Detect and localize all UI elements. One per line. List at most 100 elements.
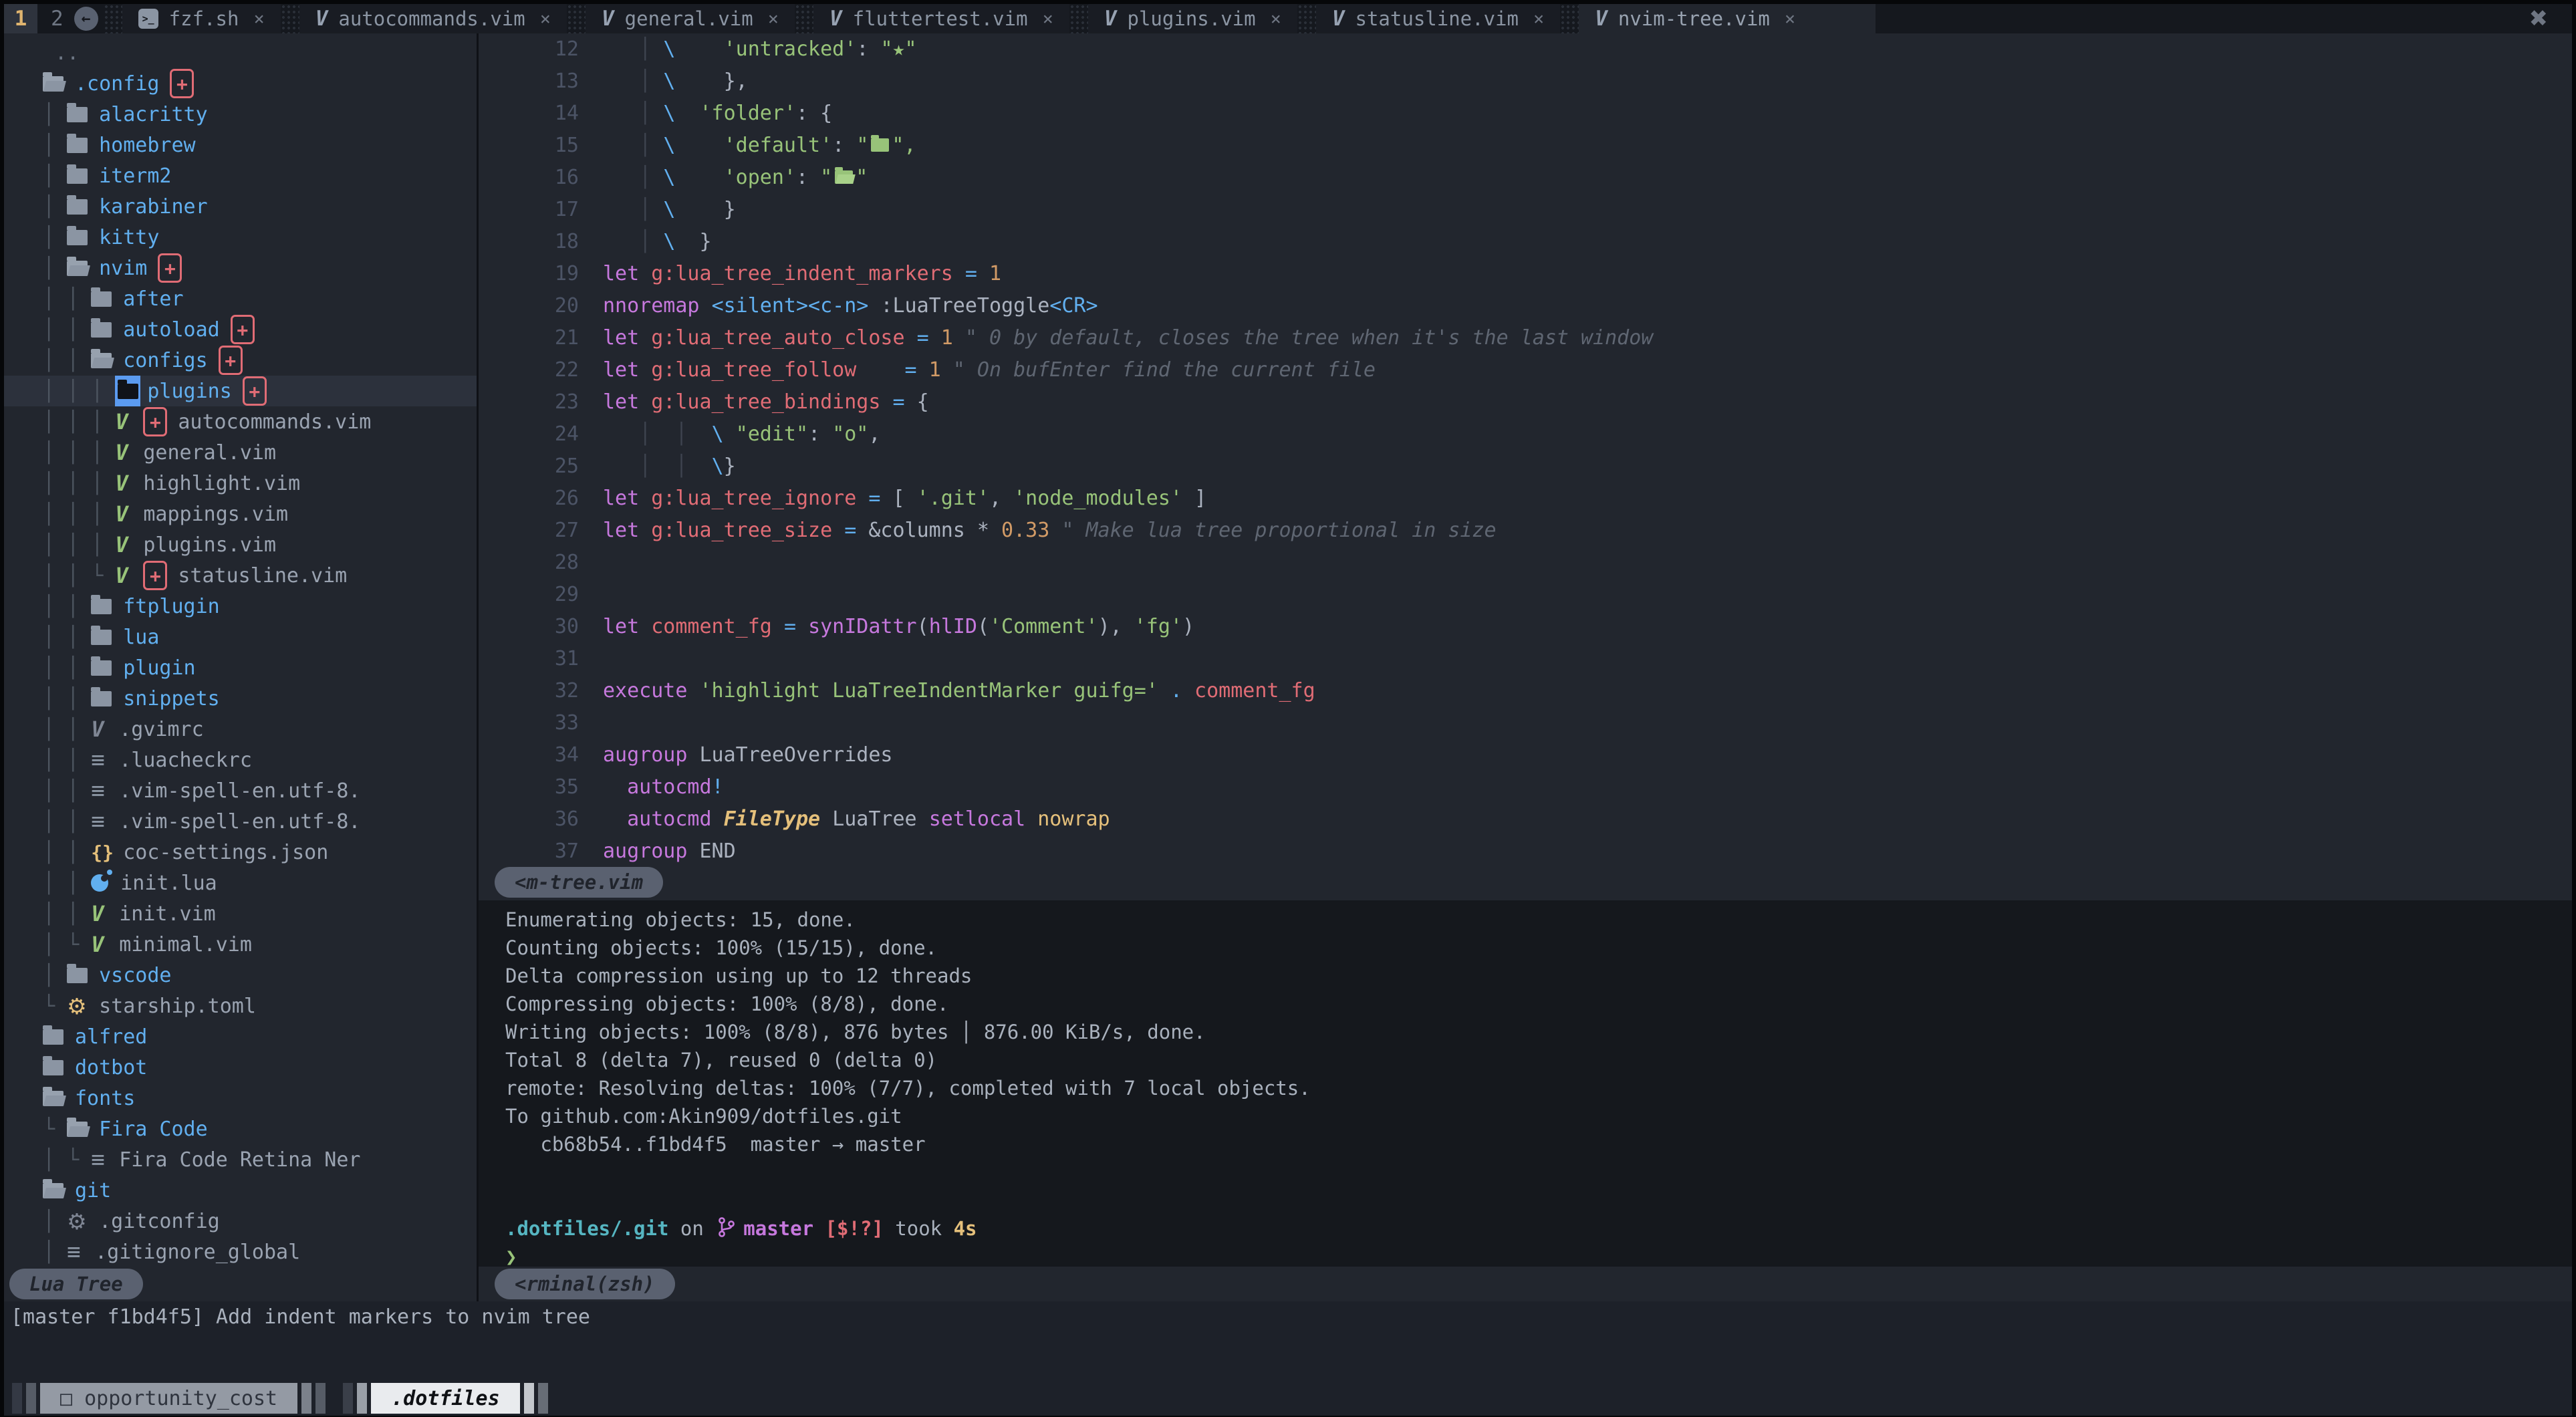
tab-close-icon[interactable]: ×	[540, 9, 551, 29]
git-new-badge: +	[219, 346, 243, 375]
code-token: 'Comment'	[989, 615, 1098, 638]
tree-item-after[interactable]: │ │ after	[4, 283, 477, 314]
tab-close-icon[interactable]: ×	[1785, 9, 1795, 29]
tree-guide: │	[43, 964, 67, 987]
line-number: 16	[479, 162, 579, 194]
tab-general.vim[interactable]: Vgeneral.vim×	[586, 4, 795, 33]
tab-close-icon[interactable]: ×	[768, 9, 779, 29]
tmux-segment	[315, 1383, 326, 1414]
tree-item-label: git	[75, 1179, 111, 1202]
tab-close-icon[interactable]: ×	[1533, 9, 1544, 29]
tree-item-.gvimrc[interactable]: │ │ V.gvimrc	[4, 714, 477, 745]
vim-tabline: 1 2 ← >_fzf.sh× Vautocommands.vim× Vgenera…	[4, 4, 2572, 33]
tree-item-init.lua[interactable]: │ │ init.lua	[4, 868, 477, 898]
line-number: 31	[479, 643, 579, 675]
tree-item-karabiner[interactable]: │ karabiner	[4, 191, 477, 222]
tree-item-autoload[interactable]: │ │ autoload+	[4, 314, 477, 345]
line-number: 17	[479, 194, 579, 226]
tree-item-.vim-spell-en.utf-8.[interactable]: │ │ ≡.vim-spell-en.utf-8.	[4, 775, 477, 806]
gear-icon: ⚙	[67, 993, 90, 1019]
tree-item-general.vim[interactable]: │ │ │ Vgeneral.vim	[4, 437, 477, 468]
tab-close-icon[interactable]: ×	[1043, 9, 1053, 29]
tree-item-Fira Code Retina Ner[interactable]: │ └ ≡Fira Code Retina Ner	[4, 1144, 477, 1175]
tree-item-plugins.vim[interactable]: │ │ │ Vplugins.vim	[4, 529, 477, 560]
git-new-badge: +	[243, 376, 267, 406]
tab-autocommands.vim[interactable]: Vautocommands.vim×	[299, 4, 567, 33]
code-token	[675, 102, 699, 125]
tree-item-snippets[interactable]: │ │ snippets	[4, 683, 477, 714]
tmux-window-number-inactive[interactable]: 2	[51, 7, 63, 31]
tree-item-lua[interactable]: │ │ lua	[4, 622, 477, 652]
tree-item-label: coc-settings.json	[123, 841, 328, 864]
code-token: g:lua_tree_ignore	[651, 487, 868, 510]
tree-item-.config[interactable]: .config+	[4, 68, 477, 99]
tree-item-alfred[interactable]: alfred	[4, 1021, 477, 1052]
line-number: 37	[479, 835, 579, 864]
tree-item-.luacheckrc[interactable]: │ │ ≡.luacheckrc	[4, 745, 477, 775]
tree-item-alacritty[interactable]: │ alacritty	[4, 99, 477, 130]
tab-close-icon[interactable]: ×	[1271, 9, 1281, 29]
vim-file-icon: V	[115, 471, 132, 496]
tab-close-icon[interactable]: ×	[253, 9, 264, 29]
tree-item-autocommands.vim[interactable]: │ │ │ V+autocommands.vim	[4, 406, 477, 437]
folder-open-icon	[67, 261, 88, 276]
tab-fluttertest.vim[interactable]: Vfluttertest.vim×	[813, 4, 1069, 33]
tab-plugins.vim[interactable]: Vplugins.vim×	[1088, 4, 1297, 33]
tab-statusline.vim[interactable]: Vstatusline.vim×	[1316, 4, 1560, 33]
code-token: "	[856, 134, 868, 157]
tree-item-fonts[interactable]: fonts	[4, 1083, 477, 1114]
line-number: 36	[479, 803, 579, 835]
code-line: 31	[479, 643, 2572, 675]
embedded-terminal[interactable]: Enumerating objects: 15, done.Counting o…	[479, 900, 2572, 1267]
tab-nvim-tree.vim[interactable]: Vnvim-tree.vim×	[1579, 4, 1876, 33]
tree-item-dotbot[interactable]: dotbot	[4, 1052, 477, 1083]
tree-item-highlight.vim[interactable]: │ │ │ Vhighlight.vim	[4, 468, 477, 499]
tree-item-ftplugin[interactable]: │ │ ftplugin	[4, 591, 477, 622]
close-all-icon[interactable]: ✖	[2529, 5, 2549, 32]
tree-item-coc-settings.json[interactable]: │ │ {}coc-settings.json	[4, 837, 477, 868]
main-split: ...config+│ alacritty│ homebrew│ iterm2│…	[4, 33, 2572, 1301]
tree-item-statusline.vim[interactable]: │ │ └ V+statusline.vim	[4, 560, 477, 591]
tree-item-homebrew[interactable]: │ homebrew	[4, 130, 477, 160]
code-line: 27let g:lua_tree_size = &columns * 0.33 …	[479, 515, 2572, 547]
code-text: │ \ }	[603, 226, 712, 258]
code-token: \	[663, 102, 675, 125]
tree-item-plugin[interactable]: │ │ plugin	[4, 652, 477, 683]
code-token: let	[603, 519, 651, 542]
code-token: \	[663, 134, 675, 157]
tree-item-mappings.vim[interactable]: │ │ │ Vmappings.vim	[4, 499, 477, 529]
code-text: execute 'highlight LuaTreeIndentMarker g…	[603, 675, 1315, 707]
tree-item-git[interactable]: git	[4, 1175, 477, 1206]
tab-fzf.sh[interactable]: >_fzf.sh×	[122, 4, 281, 33]
tree-item-init.vim[interactable]: │ │ Vinit.vim	[4, 898, 477, 929]
tree-item-.gitignore_global[interactable]: │ ≡.gitignore_global	[4, 1237, 477, 1267]
tree-item-nvim[interactable]: │ nvim+	[4, 253, 477, 283]
vim-icon: V	[1332, 7, 1345, 31]
tree-item-..[interactable]: ..	[4, 37, 477, 68]
tmux-window-number-active[interactable]: 1	[4, 4, 37, 33]
code-token: "	[856, 166, 868, 189]
tree-item-iterm2[interactable]: │ iterm2	[4, 160, 477, 191]
tree-item-plugins[interactable]: │ │ │ plugins+	[4, 376, 477, 406]
code-token: "o"	[832, 422, 868, 446]
tree-item-Fira Code[interactable]: └ Fira Code	[4, 1114, 477, 1144]
tree-item-configs[interactable]: │ │ configs+	[4, 345, 477, 376]
back-arrow-icon[interactable]: ←	[74, 7, 98, 31]
tree-guide: │ └	[43, 933, 91, 956]
tree-item-starship.toml[interactable]: └ ⚙starship.toml	[4, 991, 477, 1021]
tree-guide: │ │	[43, 349, 91, 372]
tree-item-vscode[interactable]: │ vscode	[4, 960, 477, 991]
tree-item-kitty[interactable]: │ kitty	[4, 222, 477, 253]
tree-item-minimal.vim[interactable]: │ └ Vminimal.vim	[4, 929, 477, 960]
tree-guide: │ │ │	[43, 533, 115, 557]
code-line: 20nnoremap <silent><c-n> :LuaTreeToggle<…	[479, 290, 2572, 322]
terminal-line: Counting objects: 100% (15/15), done.	[505, 934, 2572, 962]
terminal-window: 1 2 ← >_fzf.sh× Vautocommands.vim× Vgenera…	[4, 4, 2572, 1413]
tree-item-.gitconfig[interactable]: │ ⚙.gitconfig	[4, 1206, 477, 1237]
code-token: }	[675, 230, 711, 253]
tmux-window-inactive[interactable]: □ opportunity_cost	[40, 1383, 297, 1414]
code-editor[interactable]: 12 │ \ 'untracked': "★"13 │ \ },14 │ \ '…	[479, 33, 2572, 864]
tree-item-.vim-spell-en.utf-8.[interactable]: │ │ ≡.vim-spell-en.utf-8.	[4, 806, 477, 837]
code-token: g:lua_tree_indent_markers	[651, 262, 965, 285]
tmux-window-active[interactable]: .dotfiles	[371, 1383, 520, 1414]
